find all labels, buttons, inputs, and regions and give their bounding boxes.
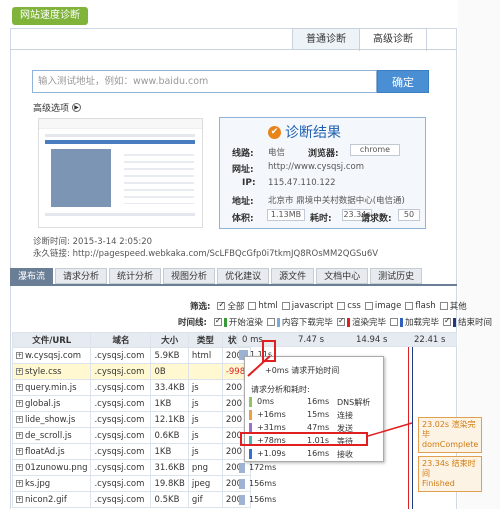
callout-line: 23.34s 结束时间 [422, 459, 476, 478]
page: 网站速度诊断 普通诊断 高级诊断 输入测试地址，例如：www.baidu.com… [0, 0, 500, 509]
arrow-line [367, 422, 413, 437]
callout-line: Finished [422, 479, 455, 488]
callout-line: 23.02s 渲染完毕 [422, 420, 476, 439]
finish-callout: 23.34s 结束时间 Finished [418, 456, 482, 492]
render-done-callout: 23.02s 渲染完毕 domComplete [418, 417, 482, 453]
arrow-line [247, 355, 271, 377]
callout-line: domComplete [422, 440, 479, 449]
